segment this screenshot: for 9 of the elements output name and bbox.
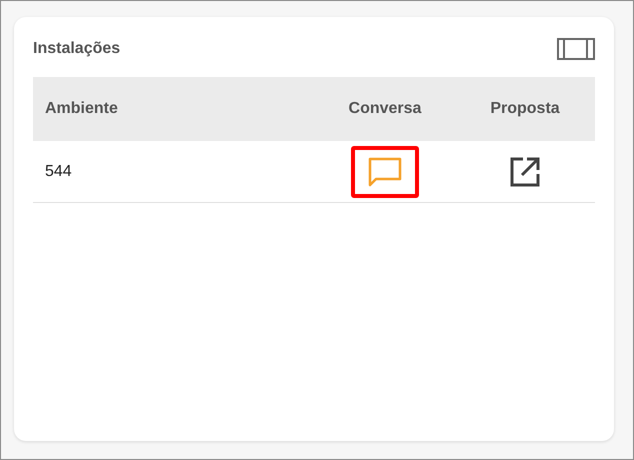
columns-icon[interactable]	[557, 38, 595, 60]
column-header: Ambiente	[44, 100, 119, 118]
table-cell-text: 544	[44, 162, 73, 180]
card-title: Instalações	[33, 40, 120, 58]
column-header: Proposta	[489, 100, 561, 118]
chat-icon	[368, 156, 402, 186]
column-header: Conversa	[348, 100, 422, 118]
external-link-icon[interactable]	[509, 156, 541, 188]
chat-button[interactable]	[351, 146, 419, 198]
